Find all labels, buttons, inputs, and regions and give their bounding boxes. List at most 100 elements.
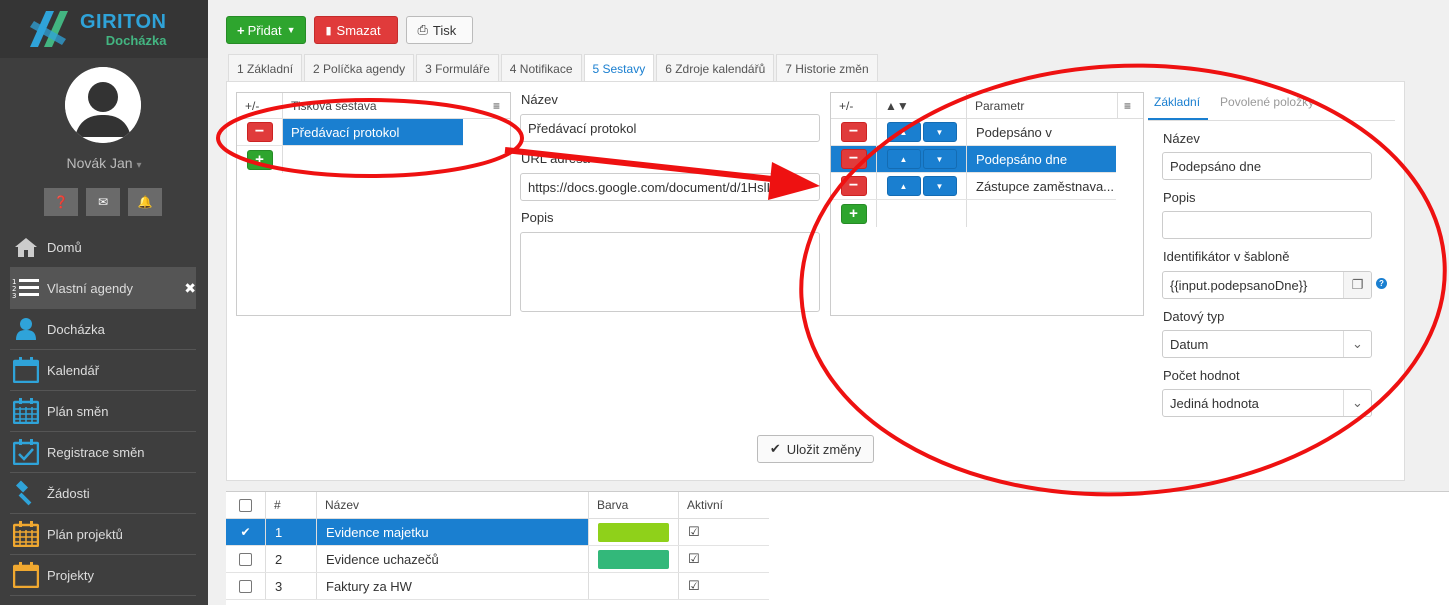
table-row[interactable]: − Předávací protokol [237, 119, 463, 146]
row-number: 3 [266, 573, 317, 599]
column-menu-icon[interactable]: ≡ [1117, 93, 1143, 118]
template-id-field[interactable]: {{input.podepsanoDne}} ❐ [1162, 271, 1372, 299]
table-row[interactable]: − ▲ ▼ Podepsáno dne [831, 146, 1116, 173]
svg-text:3: 3 [12, 292, 16, 300]
delete-button[interactable]: ▮ Smazat [314, 16, 399, 44]
report-url-field[interactable]: https://docs.google.com/document/d/1HslI… [520, 173, 820, 201]
row-checkbox[interactable] [226, 546, 266, 572]
print-label: Tisk [432, 22, 457, 38]
parameter-name-cell[interactable]: Zástupce zaměstnava... [967, 173, 1116, 199]
data-type-select[interactable]: Datum ⌄ [1162, 330, 1372, 358]
sidebar-item-registrace-smen[interactable]: Registrace směn [10, 432, 196, 473]
user-name: Novák Jan [66, 155, 133, 171]
remove-row-button[interactable]: − [840, 176, 867, 196]
row-name: Faktury za HW [317, 573, 589, 599]
home-icon [12, 234, 40, 260]
trash-icon: ▮ [325, 24, 332, 37]
sidebar-item-dochazka[interactable]: Docházka [10, 309, 196, 350]
print-button[interactable]: ⎙ Tisk [406, 16, 474, 44]
table-row[interactable]: − ▲ ▼ Podepsáno v [831, 119, 1116, 146]
plus-icon: + [237, 22, 245, 38]
tab-properties-basic[interactable]: Základní [1154, 95, 1200, 109]
brand-name: GIRITON [80, 10, 167, 33]
table-row[interactable]: 3 Faktury za HW ☑ [226, 573, 769, 600]
col-parameter[interactable]: Parametr [967, 93, 1117, 118]
row-active: ☑ [688, 578, 700, 593]
report-description-field[interactable] [520, 232, 820, 312]
param-name-field[interactable]: Podepsáno dne [1162, 152, 1372, 180]
avatar[interactable] [65, 67, 141, 143]
add-button[interactable]: + Přidat ▼ [226, 16, 307, 44]
save-changes-button[interactable]: ✔ Uložit změny [757, 435, 874, 463]
tab-notifikace[interactable]: 4 Notifikace [500, 54, 582, 82]
move-down-button[interactable]: ▼ [922, 149, 957, 169]
properties-tabs: Základní Povolené položky [1154, 95, 1314, 109]
sidebar-item-label: Vlastní agendy [47, 280, 134, 296]
move-down-button[interactable]: ▼ [922, 176, 957, 196]
close-icon[interactable]: ✖ [184, 280, 196, 297]
remove-row-button[interactable]: − [840, 122, 867, 142]
select-all-checkbox[interactable] [226, 492, 266, 518]
row-checkbox[interactable]: ✔ [226, 519, 266, 545]
user-menu[interactable]: Novák Jan ▾ [0, 155, 208, 171]
param-desc-field[interactable] [1162, 211, 1372, 239]
col-color[interactable]: Barva [589, 492, 679, 518]
copy-icon[interactable]: ❐ [1343, 272, 1371, 298]
sidebar-item-zadosti[interactable]: Žádosti [10, 473, 196, 514]
sidebar-item-plan-projektu[interactable]: Plán projektů [10, 514, 196, 555]
sidebar-item-plan-smen[interactable]: Plán směn [10, 391, 196, 432]
col-active[interactable]: Aktivní [679, 492, 769, 518]
sidebar-item-vlastni-agendy[interactable]: 123 Vlastní agendy ✖ [10, 268, 196, 309]
parameter-name-cell[interactable]: Podepsáno dne [967, 146, 1116, 172]
move-up-button[interactable]: ▲ [886, 122, 921, 142]
remove-row-button[interactable]: − [840, 149, 867, 169]
add-row-button[interactable]: + [840, 203, 867, 224]
row-number: 1 [266, 519, 317, 545]
brand-logo[interactable]: GIRITON Docházka [0, 0, 208, 58]
column-menu-icon[interactable]: ≡ [493, 93, 510, 118]
col-name[interactable]: Název [317, 492, 589, 518]
report-name-cell[interactable]: Předávací protokol [283, 119, 463, 145]
sidebar-item-kalendar[interactable]: Kalendář [10, 350, 196, 391]
save-label: Uložit změny [786, 441, 862, 457]
value-count-value: Jediná hodnota [1170, 395, 1259, 411]
table-row[interactable]: ✔ 1 Evidence majetku ☑ [226, 519, 769, 546]
sidebar: GIRITON Docházka Novák Jan ▾ ❓ ✉ 🔔 Domů … [0, 0, 208, 605]
calendar-grid-icon [12, 521, 40, 547]
sidebar-nav: Domů 123 Vlastní agendy ✖ Docházka Kalen… [10, 227, 196, 596]
tab-zdroje-kalendaru[interactable]: 6 Zdroje kalendářů [656, 54, 775, 82]
sidebar-item-label: Žádosti [47, 485, 90, 501]
col-report-name[interactable]: Tisková sestava [283, 93, 493, 118]
move-down-button[interactable]: ▼ [922, 122, 957, 142]
gavel-icon [12, 480, 40, 506]
checkmark-icon: ✔ [769, 441, 781, 456]
help-icon[interactable]: ? [1376, 278, 1387, 289]
help-button[interactable]: ❓ [44, 188, 78, 216]
giriton-logo-icon [30, 11, 68, 47]
tab-historie-zmen[interactable]: 7 Historie změn [776, 54, 878, 82]
remove-row-button[interactable]: − [246, 122, 273, 142]
sidebar-item-domu[interactable]: Domů [10, 227, 196, 268]
add-label: Přidat [247, 22, 282, 38]
report-name-field[interactable]: Předávací protokol [520, 114, 820, 142]
notifications-button[interactable]: 🔔 [128, 188, 162, 216]
template-id-value: {{input.podepsanoDne}} [1170, 277, 1308, 293]
value-count-select[interactable]: Jediná hodnota ⌄ [1162, 389, 1372, 417]
add-row-button[interactable]: + [246, 149, 273, 170]
table-row-new: + [237, 146, 463, 173]
table-row[interactable]: 2 Evidence uchazečů ☑ [226, 546, 769, 573]
table-row[interactable]: − ▲ ▼ Zástupce zaměstnava... [831, 173, 1116, 200]
sidebar-item-projekty[interactable]: Projekty [10, 555, 196, 596]
tab-zakladni[interactable]: 1 Základní [228, 54, 303, 82]
mail-button[interactable]: ✉ [86, 188, 120, 216]
tab-properties-allowed-items[interactable]: Povolené položky [1220, 95, 1314, 109]
col-number[interactable]: # [266, 492, 317, 518]
col-sort[interactable]: ▲▼ [877, 93, 967, 118]
row-checkbox[interactable] [226, 573, 266, 599]
tab-formulare[interactable]: 3 Formuláře [416, 54, 499, 82]
tab-sestavy[interactable]: 5 Sestavy [583, 54, 655, 82]
move-up-button[interactable]: ▲ [886, 149, 921, 169]
tab-policka-agendy[interactable]: 2 Políčka agendy [304, 54, 415, 82]
parameter-name-cell[interactable]: Podepsáno v [967, 119, 1116, 145]
move-up-button[interactable]: ▲ [886, 176, 921, 196]
